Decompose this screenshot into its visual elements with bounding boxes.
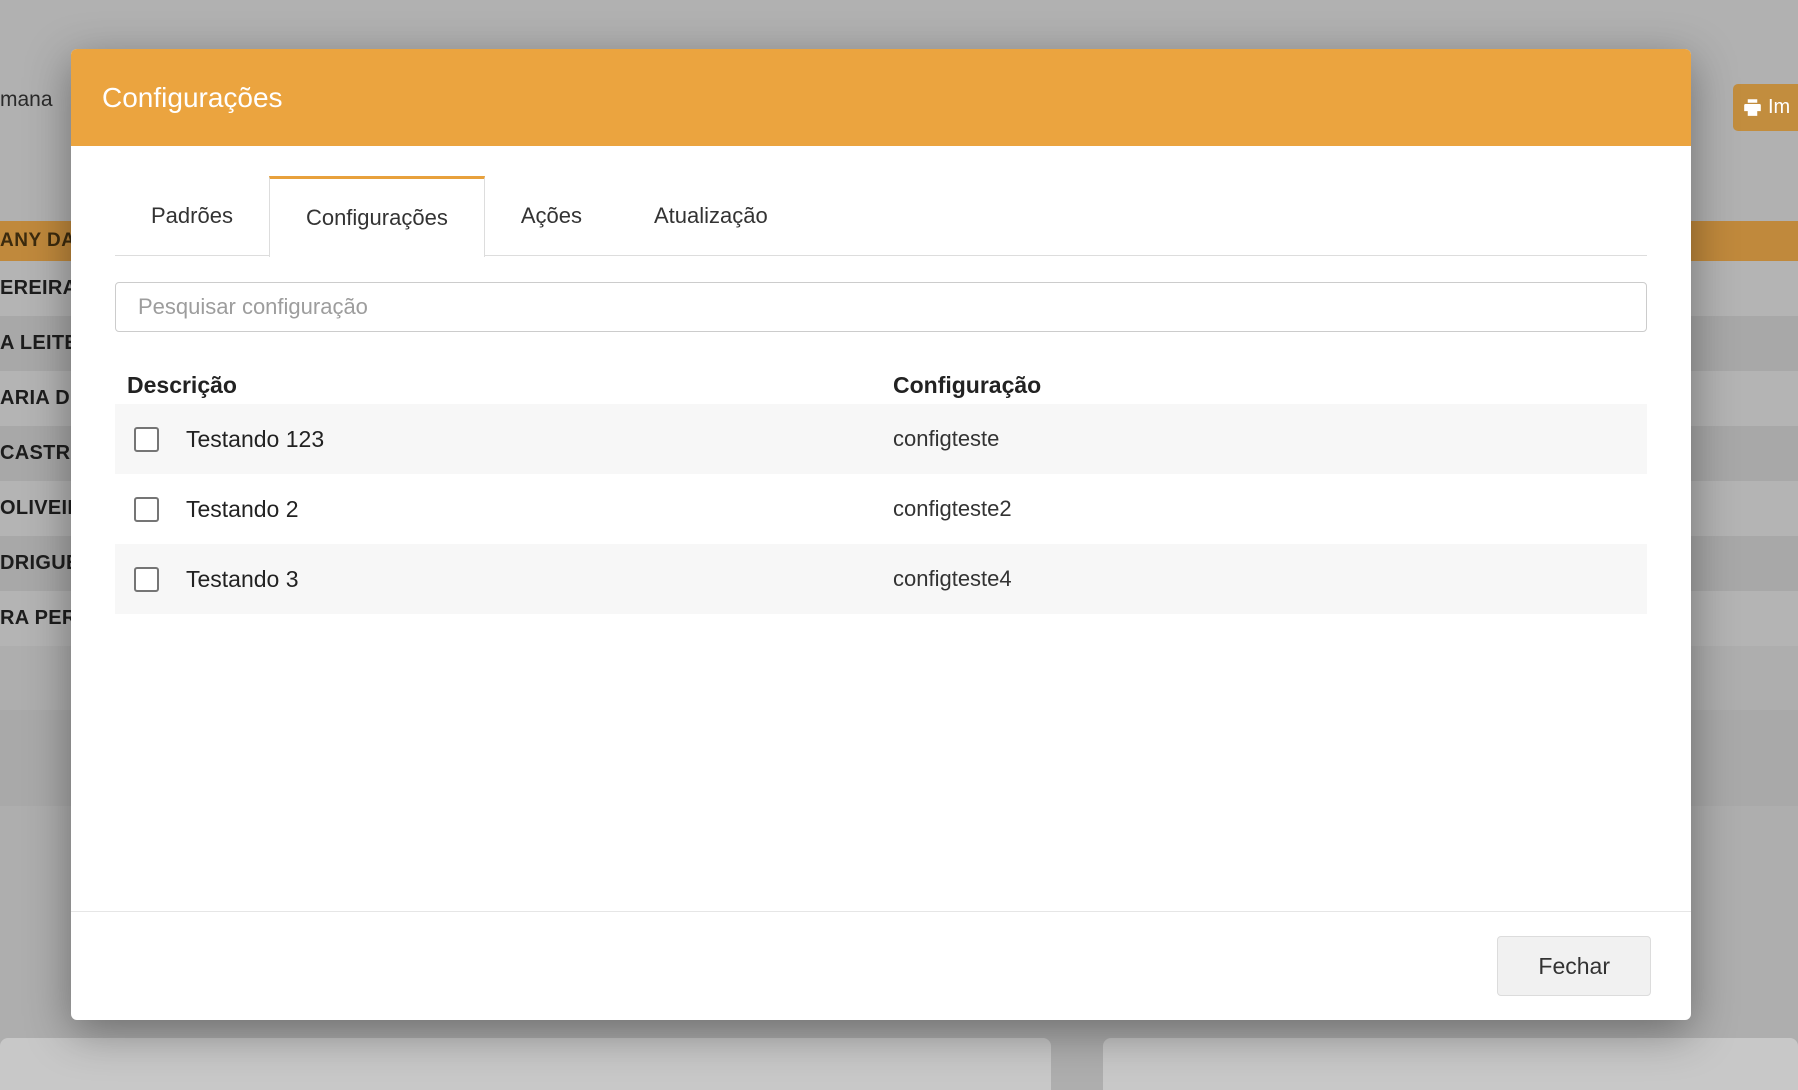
screen: mana Im ANY DA EREIRA A LEITE ARIA D CAS… bbox=[0, 0, 1798, 1090]
row-description: Testando 123 bbox=[186, 426, 324, 453]
row-config: configteste bbox=[893, 426, 1647, 452]
print-button-label: Im bbox=[1768, 96, 1790, 119]
row-config: configteste2 bbox=[893, 496, 1647, 522]
modal-footer: Fechar bbox=[71, 911, 1691, 1020]
row-checkbox[interactable] bbox=[134, 427, 159, 452]
background-partial-text: mana bbox=[0, 88, 53, 112]
print-button[interactable]: Im bbox=[1733, 84, 1798, 131]
background-row-text: ARIA D bbox=[0, 387, 70, 410]
background-row-text: RA PER bbox=[0, 607, 77, 630]
search-input[interactable] bbox=[115, 282, 1647, 332]
settings-modal: Configurações Padrões Configurações Açõe… bbox=[71, 49, 1691, 1020]
modal-header: Configurações bbox=[71, 49, 1691, 146]
background-row-text: EREIRA bbox=[0, 277, 77, 300]
table-row: Testando 3 configteste4 bbox=[115, 544, 1647, 614]
row-description: Testando 3 bbox=[186, 566, 299, 593]
background-row-text: DRIGUE bbox=[0, 552, 80, 575]
background-panel-left bbox=[0, 1038, 1051, 1090]
printer-icon bbox=[1743, 98, 1762, 117]
table-header-row: Descrição Configuração bbox=[115, 366, 1647, 404]
row-checkbox[interactable] bbox=[134, 497, 159, 522]
background-panel-right bbox=[1103, 1038, 1798, 1090]
tab-configuracoes[interactable]: Configurações bbox=[269, 176, 485, 257]
column-header-config: Configuração bbox=[893, 372, 1647, 399]
background-table-header-text: ANY DA bbox=[0, 230, 76, 252]
table-row: Testando 2 configteste2 bbox=[115, 474, 1647, 544]
table-row: Testando 123 configteste bbox=[115, 404, 1647, 474]
close-button[interactable]: Fechar bbox=[1497, 936, 1651, 996]
column-header-description: Descrição bbox=[115, 372, 893, 399]
row-checkbox[interactable] bbox=[134, 567, 159, 592]
background-row-text: OLIVEIR bbox=[0, 497, 82, 520]
row-config: configteste4 bbox=[893, 566, 1647, 592]
tab-padroes[interactable]: Padrões bbox=[115, 176, 269, 256]
tab-acoes[interactable]: Ações bbox=[485, 176, 618, 256]
background-row-text: A LEITE bbox=[0, 332, 78, 355]
modal-title: Configurações bbox=[102, 82, 283, 114]
tab-atualizacao[interactable]: Atualização bbox=[618, 176, 804, 256]
tab-bar: Padrões Configurações Ações Atualização bbox=[115, 176, 1647, 256]
config-table: Descrição Configuração Testando 123 conf… bbox=[115, 366, 1647, 614]
search-wrapper bbox=[115, 282, 1647, 332]
row-description: Testando 2 bbox=[186, 496, 299, 523]
